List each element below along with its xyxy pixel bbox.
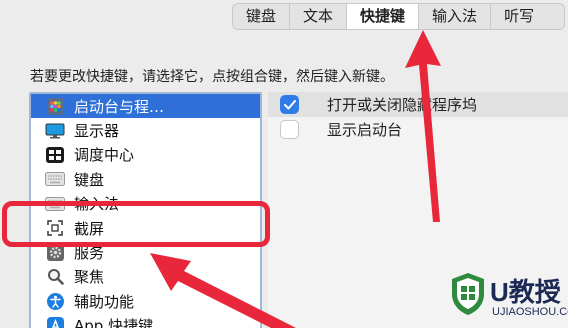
category-item-mission-control[interactable]: 调度中心 [31,143,260,167]
category-label: 启动台与程… [74,97,165,116]
category-item-app-shortcuts[interactable]: App 快捷键 [31,314,260,328]
category-label: 调度中心 [74,146,135,165]
spotlight-search-icon [45,268,65,286]
watermark-site: UJIAOSHOU.COM [492,306,568,318]
shortcut-label: 显示启动台 [327,121,403,139]
category-label: 聚焦 [74,268,105,287]
shortcut-item-show-launchpad[interactable]: 显示启动台 [268,117,568,142]
tab-input-sources[interactable]: 输入法 [419,4,492,29]
watermark-logo: U教授 UJIAOSHOU.COM [444,266,568,328]
keyboard-icon [45,171,65,188]
category-item-accessibility[interactable]: 辅助功能 [31,289,260,313]
tab-bar: 键盘 文本 快捷键 输入法 听写 [232,3,566,30]
shield-logo-icon [452,273,484,315]
category-label: App 快捷键 [74,317,154,328]
instruction-text: 若要更改快捷键，请选择它，点按组合键，然后键入新键。 [30,69,394,85]
category-label: 显示器 [74,122,120,141]
shortcut-item-toggle-dock-hiding[interactable]: 打开或关闭隐藏程序坞 [268,92,568,117]
tab-text[interactable]: 文本 [290,4,348,29]
category-item-display[interactable]: 显示器 [31,118,260,142]
shortcut-checkbox-unchecked[interactable] [280,120,299,139]
category-item-spotlight[interactable]: 聚焦 [31,265,260,289]
launchpad-icon [45,97,65,115]
app-shortcuts-icon [45,317,65,328]
tab-shortcuts[interactable]: 快捷键 [347,4,420,29]
shortcut-checkbox-checked[interactable] [280,95,299,114]
accessibility-icon [45,292,65,310]
watermark-brand: U教授 [490,277,561,307]
tab-keyboard[interactable]: 键盘 [233,4,291,29]
mission-control-icon [45,146,65,163]
tab-dictation[interactable]: 听写 [491,4,564,29]
category-item-launchpad[interactable]: 启动台与程… [31,94,260,119]
annotation-highlight-box [2,201,270,247]
shortcut-label: 打开或关闭隐藏程序坞 [327,96,478,114]
display-icon [45,122,65,139]
category-label: 辅助功能 [74,292,135,311]
category-item-keyboard[interactable]: 键盘 [31,167,260,191]
category-label: 键盘 [74,170,105,189]
